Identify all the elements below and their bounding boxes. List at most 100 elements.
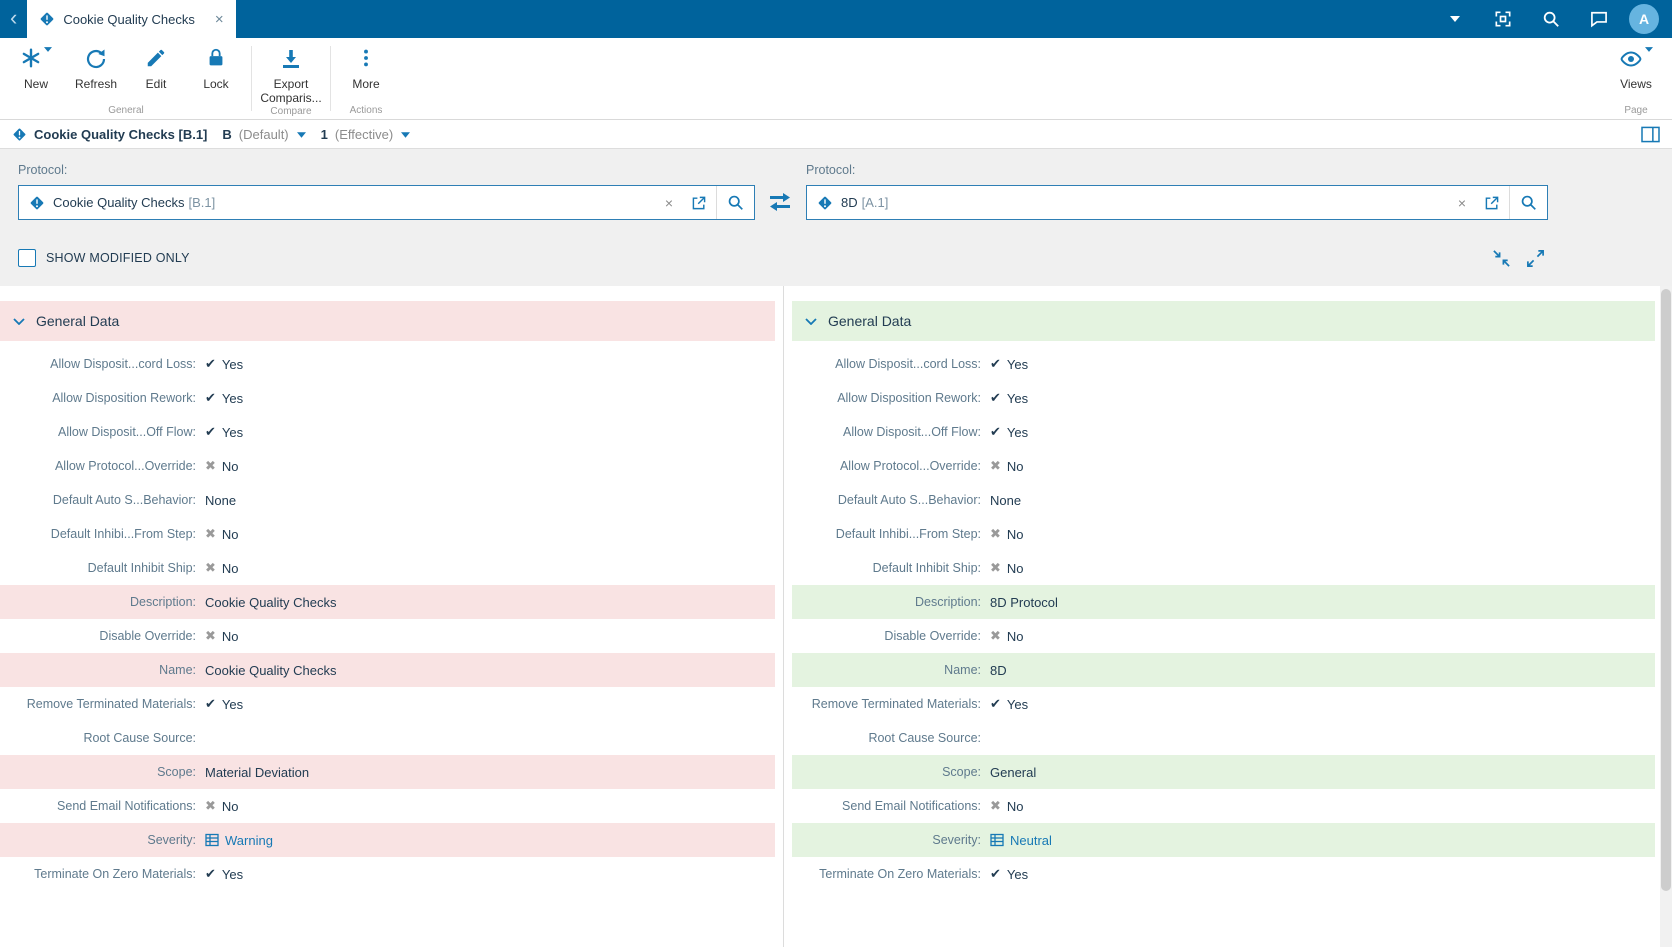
field-row: Disable Override: ✖ No <box>792 619 1655 653</box>
toolbar-group-general: New Refresh Edit Lock General <box>6 38 246 119</box>
show-modified-label: SHOW MODIFIED ONLY <box>46 251 190 265</box>
field-value: ✖ No <box>205 798 239 814</box>
cross-icon: ✖ <box>990 458 1001 473</box>
scan-icon[interactable] <box>1479 9 1527 29</box>
tab-title: Cookie Quality Checks <box>63 11 195 27</box>
field-label: Severity: <box>147 833 196 847</box>
field-label: Name: <box>159 663 196 677</box>
lock-button[interactable]: Lock <box>186 38 246 105</box>
toolbar-separator <box>251 46 252 111</box>
collapse-all-icon[interactable] <box>1492 249 1511 268</box>
field-value: ✖ No <box>990 560 1024 576</box>
avatar[interactable]: A <box>1629 4 1659 34</box>
side-panel-icon[interactable] <box>1641 126 1660 143</box>
open-entity-icon[interactable] <box>682 195 716 211</box>
clear-icon[interactable]: × <box>1449 195 1475 211</box>
toolbar-group-label-general: General <box>108 105 144 116</box>
eye-icon <box>1620 51 1642 67</box>
right-protocol-value: 8D <box>841 195 858 210</box>
expand-all-icon[interactable] <box>1526 249 1545 268</box>
field-row: Description: 8D Protocol <box>792 585 1655 619</box>
field-label: Default Auto S...Behavior: <box>837 493 981 507</box>
breadcrumb: Cookie Quality Checks [B.1] B (Default) … <box>0 120 1672 149</box>
field-row: Allow Protocol...Override: ✖ No <box>792 449 1655 483</box>
views-button[interactable]: Views <box>1606 38 1666 105</box>
chevron-down-icon <box>1645 47 1653 52</box>
severity-grid-icon <box>990 833 1004 847</box>
protocol-icon <box>13 128 26 140</box>
field-label: Description: <box>130 595 196 609</box>
new-button[interactable]: New <box>6 38 66 105</box>
field-value: ✔ Yes <box>205 696 244 712</box>
refresh-icon <box>86 49 106 69</box>
swap-icon[interactable] <box>768 192 792 212</box>
cross-icon: ✖ <box>205 458 216 473</box>
scrollbar-thumb[interactable] <box>1661 289 1671 891</box>
right-protocol-version: [A.1] <box>861 195 889 210</box>
comparison-area: General Data Allow Disposit...cord Loss:… <box>0 286 1672 947</box>
field-row: Description: Cookie Quality Checks <box>0 585 775 619</box>
field-label: Allow Protocol...Override: <box>839 459 981 473</box>
cross-icon: ✖ <box>990 526 1001 541</box>
chevron-down-icon[interactable] <box>1431 16 1479 22</box>
more-icon <box>364 49 368 67</box>
check-icon: ✔ <box>990 424 1001 439</box>
toolbar-group-actions: More Actions <box>336 38 396 119</box>
cross-icon: ✖ <box>205 798 216 813</box>
field-value: ✔ Yes <box>205 356 244 372</box>
clear-icon[interactable]: × <box>656 195 682 211</box>
right-protocol-input[interactable]: 8D [A.1] × <box>806 185 1548 220</box>
severity-grid-icon <box>205 833 219 847</box>
field-value: ✖ No <box>990 526 1024 542</box>
more-button[interactable]: More <box>336 38 396 105</box>
field-value-link[interactable]: Warning <box>205 833 273 848</box>
field-row: Default Auto S...Behavior: None <box>792 483 1655 517</box>
lock-button-label: Lock <box>203 77 229 91</box>
section-header-general-data-right[interactable]: General Data <box>792 301 1655 341</box>
field-label: Allow Disposit...Off Flow: <box>57 425 196 439</box>
revision-dropdown-icon[interactable] <box>296 132 306 138</box>
search-icon[interactable] <box>1527 10 1575 28</box>
field-value: ✔ Yes <box>990 424 1029 440</box>
toolbar-group-label-actions: Actions <box>349 105 383 116</box>
field-value-link[interactable]: Neutral <box>990 833 1052 848</box>
titlebar: ‹ Cookie Quality Checks × A <box>0 0 1672 38</box>
show-modified-checkbox[interactable] <box>18 249 36 267</box>
field-row: Allow Disposition Rework: ✔ Yes <box>0 381 775 415</box>
field-label: Remove Terminated Materials: <box>26 697 196 711</box>
chat-icon[interactable] <box>1575 9 1623 29</box>
field-value: ✔ Yes <box>990 356 1029 372</box>
export-comparison-button[interactable]: Export Comparis... <box>257 38 325 106</box>
check-icon: ✔ <box>205 390 216 405</box>
toolbar-separator <box>330 46 331 111</box>
field-row: Allow Protocol...Override: ✖ No <box>0 449 775 483</box>
close-icon[interactable]: × <box>215 11 224 28</box>
scrollbar[interactable] <box>1660 286 1672 947</box>
field-value: ✖ No <box>205 458 239 474</box>
refresh-button[interactable]: Refresh <box>66 38 126 105</box>
toolbar-group-label-compare: Compare <box>270 105 312 117</box>
left-protocol-input[interactable]: Cookie Quality Checks [B.1] × <box>18 185 755 220</box>
field-value: ✖ No <box>205 628 239 644</box>
check-icon: ✔ <box>205 356 216 371</box>
search-icon[interactable] <box>1509 186 1547 219</box>
section-header-general-data-left[interactable]: General Data <box>0 301 775 341</box>
edit-button-label: Edit <box>145 77 167 91</box>
edit-button[interactable]: Edit <box>126 38 186 105</box>
back-icon[interactable]: ‹ <box>0 6 27 32</box>
cross-icon: ✖ <box>205 526 216 541</box>
field-row: Severity: Neutral <box>792 823 1655 857</box>
field-value: 8D <box>990 662 1007 678</box>
field-row: Send Email Notifications: ✖ No <box>0 789 775 823</box>
version-dropdown-icon[interactable] <box>401 132 411 138</box>
protocol-icon <box>818 196 832 209</box>
field-value: ✖ No <box>990 798 1024 814</box>
field-value: None <box>990 492 1022 508</box>
field-label: Terminate On Zero Materials: <box>34 867 196 881</box>
chevron-down-icon <box>44 47 52 52</box>
field-label: Default Inhibit Ship: <box>87 561 196 575</box>
open-entity-icon[interactable] <box>1475 195 1509 211</box>
tab-cookie-quality-checks[interactable]: Cookie Quality Checks × <box>27 0 236 38</box>
cross-icon: ✖ <box>990 628 1001 643</box>
search-icon[interactable] <box>716 186 754 219</box>
